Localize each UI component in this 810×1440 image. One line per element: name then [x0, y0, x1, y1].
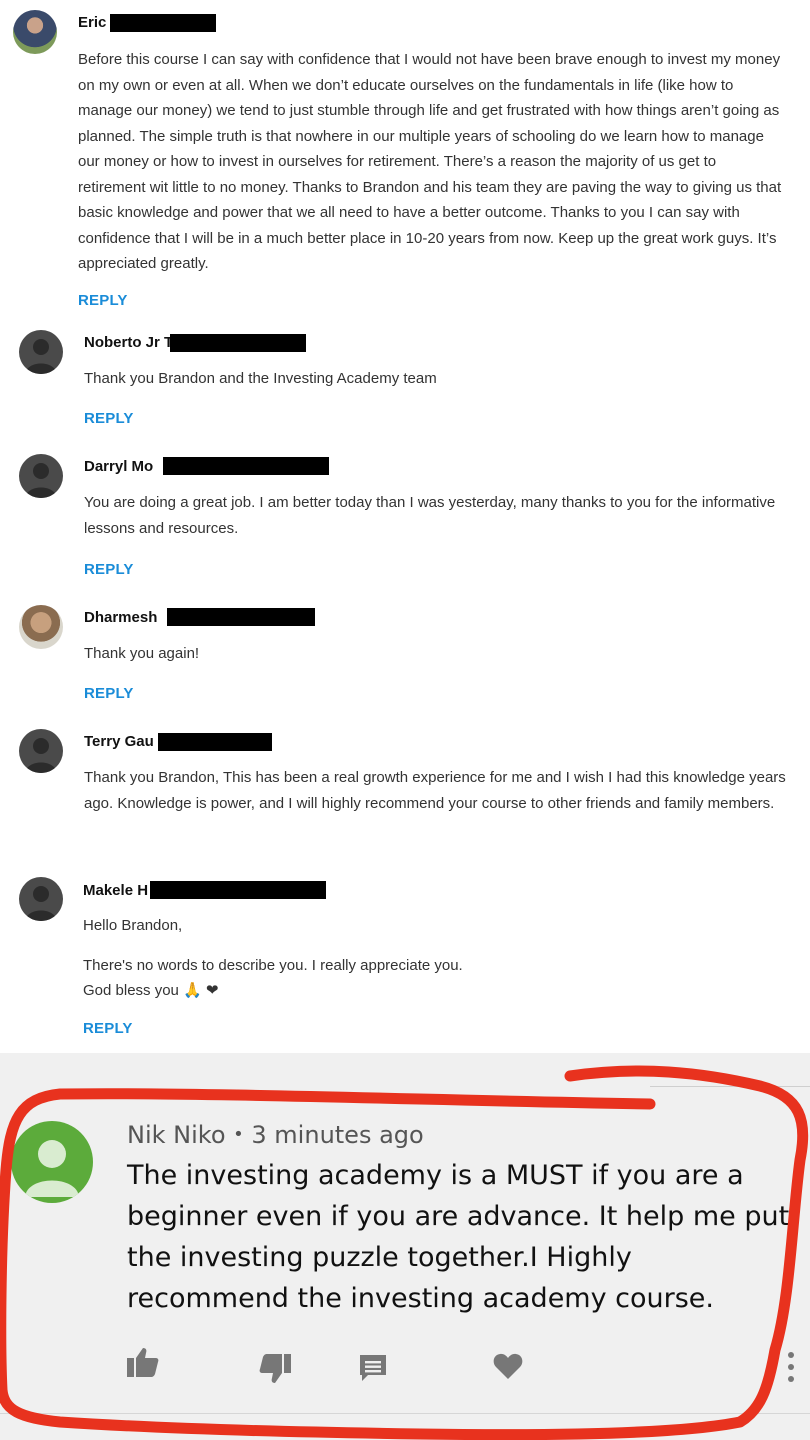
avatar [11, 1121, 93, 1203]
thumbs-down-icon[interactable] [259, 1354, 291, 1389]
reply-button[interactable]: REPLY [78, 292, 128, 309]
comment-text: The investing academy is a MUST if you a… [127, 1160, 790, 1314]
reply-button[interactable]: REPLY [84, 561, 134, 578]
comment-text: Thank you again! [84, 645, 200, 662]
avatar [19, 729, 63, 773]
comment-author: Noberto Jr T [84, 334, 174, 351]
comment-text: There's no words to describe you. I real… [83, 957, 463, 974]
comment-text: God bless you 🙏 ❤ [83, 982, 219, 999]
comment-text: You are doing a great job. I am better t… [84, 494, 776, 537]
comment-eric: Eric Before this course I can say with c… [0, 0, 810, 320]
reply-comment-icon[interactable] [358, 1353, 388, 1388]
comment-text: Before this course I can say with confid… [78, 51, 782, 272]
more-options-icon[interactable] [786, 1350, 796, 1389]
avatar [13, 10, 57, 54]
divider [0, 1413, 810, 1414]
redacted-surname [170, 334, 306, 352]
comment-author: Makele H [83, 882, 149, 899]
redacted-surname [167, 608, 315, 626]
comments-section: Eric Before this course I can say with c… [0, 0, 810, 1053]
comment-text: Thank you Brandon and the Investing Acad… [84, 370, 437, 387]
redacted-surname [158, 733, 272, 751]
redacted-surname [110, 14, 216, 32]
comment-meta: Nik Niko • 3 minutes ago [127, 1121, 424, 1149]
reply-button[interactable]: REPLY [83, 1020, 133, 1037]
meta-separator: • [233, 1124, 244, 1145]
comment-author: Eric [78, 14, 107, 31]
comment-author: Terry Gau [84, 733, 154, 750]
thumbs-up-icon[interactable] [127, 1347, 159, 1382]
reply-button[interactable]: REPLY [84, 410, 134, 427]
redacted-surname [163, 457, 329, 475]
comment-author[interactable]: Nik Niko [127, 1121, 226, 1149]
avatar [19, 330, 63, 374]
comment-text: Thank you Brandon, This has been a real … [84, 769, 786, 812]
redacted-surname [150, 881, 326, 899]
divider [650, 1086, 810, 1087]
avatar [19, 605, 63, 649]
comment-time: 3 minutes ago [251, 1121, 424, 1149]
avatar [19, 454, 63, 498]
heart-icon[interactable] [493, 1352, 523, 1385]
avatar [19, 877, 63, 921]
comment-author: Darryl Mo [84, 458, 154, 475]
reply-button[interactable]: REPLY [84, 685, 134, 702]
comment-greeting: Hello Brandon, [83, 917, 183, 934]
comment-author: Dharmesh [84, 609, 158, 626]
